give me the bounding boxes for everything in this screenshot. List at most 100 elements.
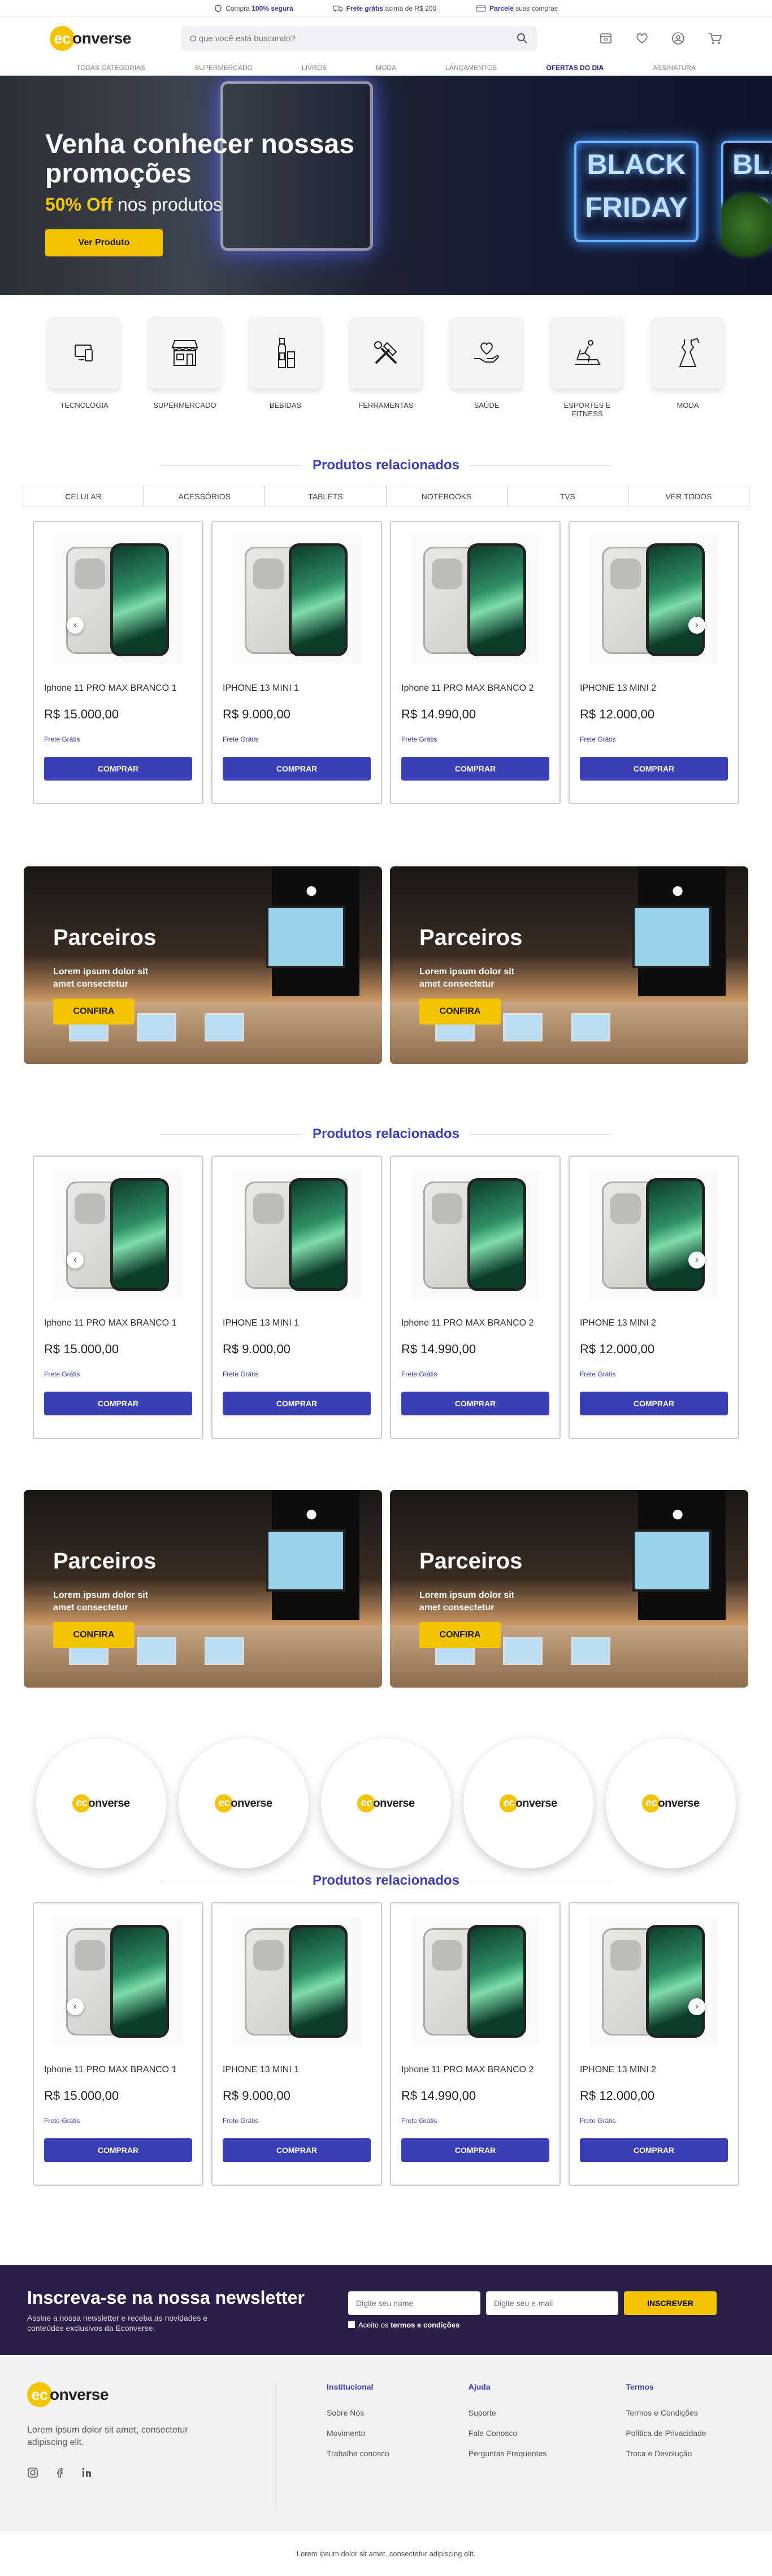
cart-icon[interactable] bbox=[708, 32, 722, 45]
nav-item-subscription[interactable]: ASSINATURA bbox=[653, 64, 696, 72]
prev-arrow-icon[interactable]: ‹ bbox=[67, 1998, 84, 2015]
confira-button[interactable]: CONFIRA bbox=[419, 999, 501, 1025]
prev-arrow-icon[interactable]: ‹ bbox=[67, 617, 84, 634]
category-ferramentas[interactable]: FERRAMENTAS bbox=[350, 317, 422, 418]
buy-button[interactable]: COMPRAR bbox=[580, 1392, 728, 1415]
search-input[interactable] bbox=[189, 33, 506, 43]
confira-button[interactable]: CONFIRA bbox=[53, 1622, 135, 1648]
name-field[interactable] bbox=[348, 2291, 480, 2315]
tab-acessorios[interactable]: ACESSÓRIOS bbox=[144, 486, 266, 507]
product-card[interactable]: Iphone 11 PRO MAX BRANCO 1 R$ 15.000,00 Fr… bbox=[33, 1902, 203, 2186]
package-icon[interactable] bbox=[599, 32, 613, 45]
product-card[interactable]: IPHONE 13 MINI 2 R$ 12.000,00 Frete Grátis… bbox=[569, 1156, 739, 1439]
footer-link[interactable]: Sobre Nós bbox=[327, 2408, 389, 2417]
product-shipping: Frete Grátis bbox=[44, 2117, 80, 2125]
product-image bbox=[589, 535, 718, 664]
prev-arrow-icon[interactable]: ‹ bbox=[67, 1252, 84, 1269]
tab-tvs[interactable]: TVS bbox=[508, 486, 628, 507]
subscribe-button[interactable]: INSCREVER bbox=[624, 2291, 717, 2315]
product-card[interactable]: IPHONE 13 MINI 1 R$ 9.000,00 Frete Grátis C… bbox=[211, 1156, 382, 1439]
category-tecnologia[interactable]: TECNOLOGIA bbox=[49, 317, 120, 418]
nav-item-supermarket[interactable]: SUPERMERCADO bbox=[194, 64, 253, 72]
category-esportes[interactable]: ESPORTES E FITNESS bbox=[552, 317, 623, 418]
category-moda[interactable]: MODA bbox=[652, 317, 723, 418]
newsletter-form: INSCREVER Aceito os termos e condições bbox=[348, 2291, 717, 2329]
product-card[interactable]: Iphone 11 PRO MAX BRANCO 2 R$ 14.990,00 Fr… bbox=[390, 1902, 561, 2186]
logo-text: onverse bbox=[72, 29, 131, 47]
product-card[interactable]: IPHONE 13 MINI 1 R$ 9.000,00 Frete Grátis C… bbox=[211, 1902, 382, 2186]
buy-button[interactable]: COMPRAR bbox=[44, 757, 192, 781]
partner-banner[interactable]: ● Parceiros Lorem ipsum dolor sit amet con… bbox=[24, 1490, 382, 1688]
footer-link[interactable]: Fale Conosco bbox=[469, 2429, 547, 2438]
tab-celular[interactable]: CELULAR bbox=[23, 486, 145, 507]
footer-link[interactable]: Trabalhe conosco bbox=[327, 2449, 389, 2458]
brand-logo[interactable]: ec onverse bbox=[463, 1738, 593, 1868]
buy-button[interactable]: COMPRAR bbox=[401, 2138, 549, 2162]
partner-banner[interactable]: ● Parceiros Lorem ipsum dolor sit amet con… bbox=[390, 1490, 748, 1688]
product-card[interactable]: Iphone 11 PRO MAX BRANCO 1 R$ 15.000,00 Fr… bbox=[33, 521, 203, 804]
tab-notebooks[interactable]: NOTEBOOKS bbox=[387, 486, 508, 507]
buy-button[interactable]: COMPRAR bbox=[223, 1392, 371, 1415]
footer-link[interactable]: Movimento bbox=[327, 2429, 389, 2438]
next-arrow-icon[interactable]: › bbox=[688, 617, 705, 634]
footer-link[interactable]: Troca e Devolução bbox=[626, 2449, 706, 2458]
linkedin-icon[interactable] bbox=[81, 2467, 93, 2478]
footer-link[interactable]: Suporte bbox=[469, 2408, 547, 2417]
next-arrow-icon[interactable]: › bbox=[688, 1998, 705, 2015]
footer-col-title: Ajuda bbox=[468, 2382, 491, 2391]
buy-button[interactable]: COMPRAR bbox=[580, 2138, 728, 2162]
category-saude[interactable]: SAÚDE bbox=[451, 317, 522, 418]
buy-button[interactable]: COMPRAR bbox=[401, 1392, 549, 1415]
brand-logo[interactable]: ec onverse bbox=[606, 1738, 736, 1868]
terms-checkbox[interactable] bbox=[348, 2321, 355, 2328]
terms-link[interactable]: termos e condições bbox=[391, 2321, 459, 2329]
brand-logo[interactable]: ec onverse bbox=[36, 1738, 166, 1868]
product-image bbox=[232, 535, 361, 664]
buy-button[interactable]: COMPRAR bbox=[401, 757, 549, 781]
nav-item-fashion[interactable]: MODA bbox=[376, 64, 396, 72]
partner-banner[interactable]: ● Parceiros Lorem ipsum dolor sit amet con… bbox=[24, 866, 382, 1064]
buy-button[interactable]: COMPRAR bbox=[580, 757, 728, 781]
footer-logo[interactable]: ec onverse bbox=[27, 2382, 275, 2407]
nav-item-releases[interactable]: LANÇAMENTOS bbox=[445, 64, 497, 72]
nav-item-all-categories[interactable]: TODAS CATEGORIAS bbox=[76, 64, 145, 72]
brand-logo[interactable]: ec onverse bbox=[179, 1738, 309, 1868]
product-image bbox=[54, 535, 183, 664]
product-card[interactable]: IPHONE 13 MINI 2 R$ 12.000,00 Frete Grátis… bbox=[569, 1902, 739, 2186]
product-card[interactable]: IPHONE 13 MINI 1 R$ 9.000,00 Frete Grátis C… bbox=[211, 521, 382, 804]
buy-button[interactable]: COMPRAR bbox=[223, 2138, 371, 2162]
user-icon[interactable] bbox=[671, 32, 685, 45]
nav-item-books[interactable]: LIVROS bbox=[302, 64, 327, 72]
tab-tablets[interactable]: TABLETS bbox=[265, 486, 387, 507]
search-icon[interactable] bbox=[517, 33, 528, 44]
product-card[interactable]: IPHONE 13 MINI 2 R$ 12.000,00 Frete Grátis… bbox=[569, 521, 739, 804]
category-bebidas[interactable]: BEBIDAS bbox=[250, 317, 321, 418]
logo-text: onverse bbox=[373, 1797, 415, 1810]
instagram-icon[interactable] bbox=[27, 2467, 38, 2478]
category-supermercado[interactable]: SUPERMERCADO bbox=[149, 317, 220, 418]
section-header: Produtos relacionados bbox=[0, 1126, 772, 1142]
buy-button[interactable]: COMPRAR bbox=[44, 1392, 192, 1415]
category-label: FERRAMENTAS bbox=[358, 401, 414, 409]
footer-link[interactable]: Termos e Condições bbox=[626, 2408, 706, 2417]
product-card[interactable]: Iphone 11 PRO MAX BRANCO 2 R$ 14.990,00 Fr… bbox=[390, 1156, 561, 1439]
buy-button[interactable]: COMPRAR bbox=[223, 757, 371, 781]
partner-banner[interactable]: ● Parceiros Lorem ipsum dolor sit amet con… bbox=[390, 866, 748, 1064]
confira-button[interactable]: CONFIRA bbox=[53, 999, 135, 1025]
facebook-icon[interactable] bbox=[54, 2467, 66, 2478]
email-field[interactable] bbox=[486, 2291, 618, 2315]
nav-item-daily-offers[interactable]: OFERTAS DO DIA bbox=[546, 64, 604, 72]
view-product-button[interactable]: Ver Produto bbox=[45, 229, 163, 256]
buy-button[interactable]: COMPRAR bbox=[44, 2138, 192, 2162]
product-card[interactable]: Iphone 11 PRO MAX BRANCO 1 R$ 15.000,00 Fr… bbox=[33, 1156, 203, 1439]
confira-button[interactable]: CONFIRA bbox=[419, 1622, 501, 1648]
logo[interactable]: ec onverse bbox=[50, 26, 131, 51]
product-price: R$ 12.000,00 bbox=[580, 707, 655, 721]
footer-link[interactable]: Política de Privacidade bbox=[626, 2429, 706, 2438]
brand-logo[interactable]: ec onverse bbox=[321, 1738, 451, 1868]
footer-link[interactable]: Perguntas Frequentes bbox=[469, 2449, 547, 2458]
next-arrow-icon[interactable]: › bbox=[688, 1252, 705, 1269]
product-card[interactable]: Iphone 11 PRO MAX BRANCO 2 R$ 14.990,00 Fr… bbox=[390, 521, 561, 804]
tab-ver-todos[interactable]: VER TODOS bbox=[628, 486, 749, 507]
heart-icon[interactable] bbox=[635, 32, 649, 45]
